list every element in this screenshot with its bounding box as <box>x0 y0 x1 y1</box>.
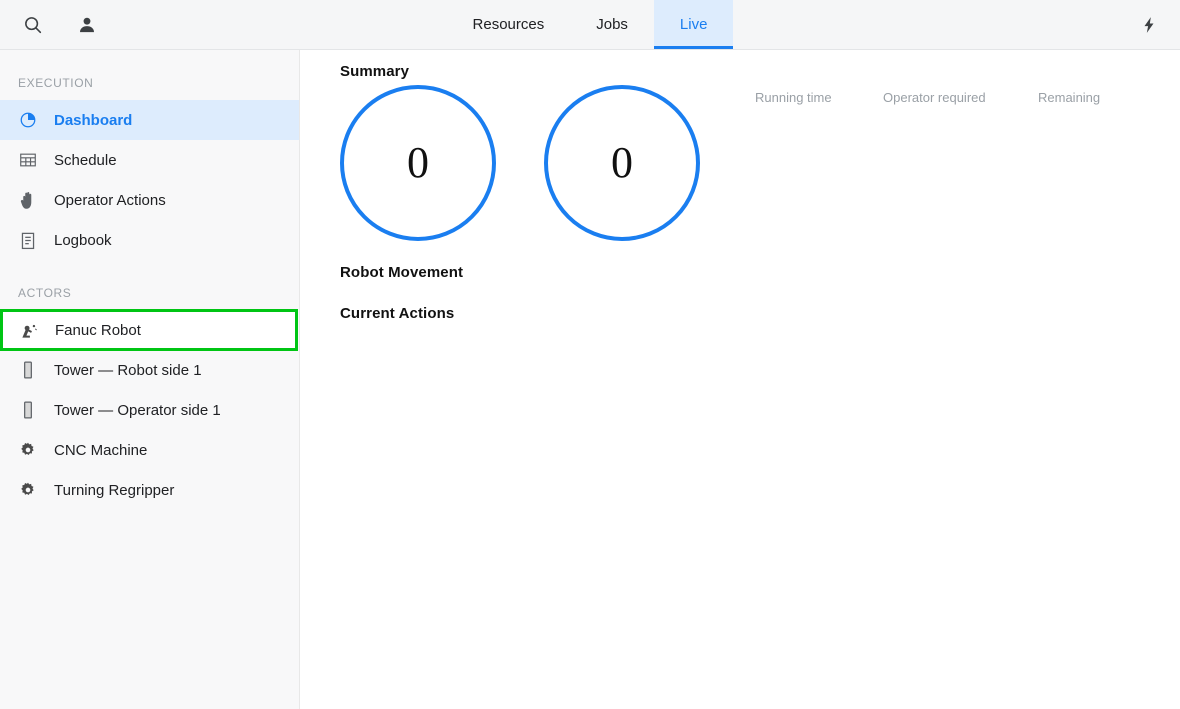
sidebar-item-schedule[interactable]: Schedule <box>0 140 299 180</box>
sidebar-item-dashboard[interactable]: Dashboard <box>0 100 299 140</box>
sidebar-section-execution-label: EXECUTION <box>18 76 94 90</box>
gauge-left-value: 0 <box>407 138 429 187</box>
tower-icon <box>18 400 38 420</box>
sidebar-item-tower-robot-side-1[interactable]: Tower — Robot side 1 <box>0 350 299 390</box>
column-header-running-time: Running time <box>755 90 832 105</box>
user-icon[interactable] <box>74 12 100 38</box>
pie-chart-icon <box>18 110 38 130</box>
column-header-remaining: Remaining <box>1038 90 1101 105</box>
robot-arm-icon <box>19 320 39 340</box>
tower-icon <box>18 360 38 380</box>
summary-title: Summary <box>340 63 410 80</box>
top-navigation-bar: Resources Jobs Live <box>0 0 1180 50</box>
sidebar-item-label: Dashboard <box>54 111 133 129</box>
sidebar-item-logbook[interactable]: Logbook <box>0 220 299 260</box>
topbar-right-actions <box>1136 0 1162 49</box>
sidebar-item-cnc-machine[interactable]: CNC Machine <box>0 430 299 470</box>
hand-icon <box>18 190 38 210</box>
topbar-left-actions <box>0 0 100 49</box>
sidebar: EXECUTION Dashboard Schedule Operator Ac… <box>0 50 300 709</box>
current-actions-title: Current Actions <box>340 305 455 322</box>
sidebar-item-label: Turning Regripper <box>54 481 175 499</box>
search-icon[interactable] <box>20 12 46 38</box>
sidebar-section-actors-label: ACTORS <box>18 286 72 300</box>
gauge-left: 0 <box>340 85 496 241</box>
sidebar-item-label: Tower — Robot side 1 <box>54 361 202 379</box>
sidebar-item-label: Fanuc Robot <box>55 321 141 339</box>
robot-movement-title: Robot Movement <box>340 264 464 281</box>
top-tabs: Resources Jobs Live <box>0 0 1180 49</box>
lightning-bolt-icon[interactable] <box>1136 12 1162 38</box>
sidebar-item-operator-actions[interactable]: Operator Actions <box>0 180 299 220</box>
summary-gauges: 0 0 <box>340 85 700 241</box>
gear-icon <box>18 440 38 460</box>
app-root: Resources Jobs Live EXECUTION Dashboard <box>0 0 1180 709</box>
gear-icon <box>18 480 38 500</box>
gauge-right: 0 <box>544 85 700 241</box>
clipboard-icon <box>18 230 38 250</box>
tab-jobs[interactable]: Jobs <box>570 0 654 49</box>
table-grid-icon <box>18 150 38 170</box>
sidebar-item-label: Operator Actions <box>54 191 166 209</box>
gauge-right-value: 0 <box>611 138 633 187</box>
tab-resources[interactable]: Resources <box>447 0 571 49</box>
tab-live[interactable]: Live <box>653 0 734 49</box>
sidebar-item-tower-operator-side-1[interactable]: Tower — Operator side 1 <box>0 390 299 430</box>
sidebar-item-fanuc-robot[interactable]: Fanuc Robot <box>0 309 298 351</box>
sidebar-item-label: Schedule <box>54 151 117 169</box>
sidebar-item-label: Logbook <box>54 231 112 249</box>
stat-column-headers: Running time Operator required Remaining <box>755 90 1158 105</box>
sidebar-item-label: Tower — Operator side 1 <box>54 401 221 419</box>
sidebar-item-label: CNC Machine <box>54 441 148 459</box>
main-content: Summary 0 0 Running time Operator requir… <box>300 50 1180 709</box>
sidebar-item-turning-regripper[interactable]: Turning Regripper <box>0 470 299 510</box>
column-header-operator-required: Operator required <box>883 90 986 105</box>
